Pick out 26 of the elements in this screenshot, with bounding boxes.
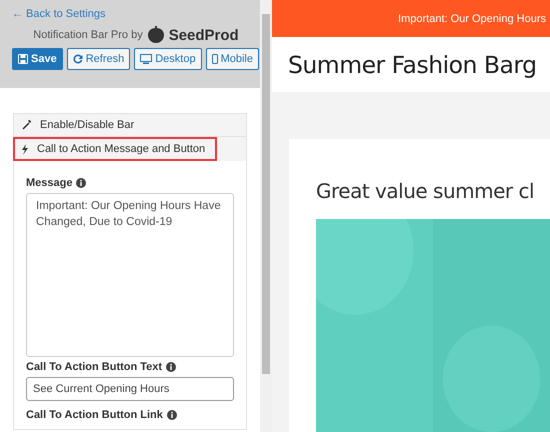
field-label: Call To Action Button Text xyxy=(26,361,162,373)
brand-text: Notification Bar Pro by xyxy=(33,29,143,41)
info-icon xyxy=(166,362,176,372)
accordion-header[interactable]: Call to Action Message and Button xyxy=(13,137,218,161)
phone-icon xyxy=(212,54,218,64)
scrollbar-thumb[interactable] xyxy=(262,14,270,374)
brand-logo: SeedProd xyxy=(168,26,239,44)
monitor-icon xyxy=(140,54,152,64)
toolbar-button[interactable]: Refresh xyxy=(66,48,130,70)
logo-icon xyxy=(146,26,166,44)
toolbar-button[interactable]: Mobile xyxy=(206,48,259,70)
info-icon xyxy=(76,178,86,188)
site-title: Summer Fashion Barg xyxy=(288,50,537,78)
notification-text: Important: Our Opening Hours xyxy=(398,12,546,24)
field-label: Message xyxy=(26,177,72,189)
refresh-icon xyxy=(72,54,83,64)
lightning-bolt-icon xyxy=(21,144,29,154)
headline: Great value summer cl xyxy=(316,179,536,203)
input-field[interactable]: See Current Opening Hours xyxy=(26,377,234,401)
message-textarea[interactable]: Important: Our Opening Hours Have Changed, Due to Covid-19 xyxy=(26,193,234,357)
back-link[interactable]: ← Back to Settings xyxy=(12,8,106,20)
field-label: Call To Action Button Link xyxy=(26,409,163,421)
info-icon xyxy=(166,410,177,420)
magic-wand-icon xyxy=(22,120,32,130)
toolbar-button[interactable]: Desktop xyxy=(134,48,202,70)
toolbar-button[interactable]: Save xyxy=(12,48,63,70)
